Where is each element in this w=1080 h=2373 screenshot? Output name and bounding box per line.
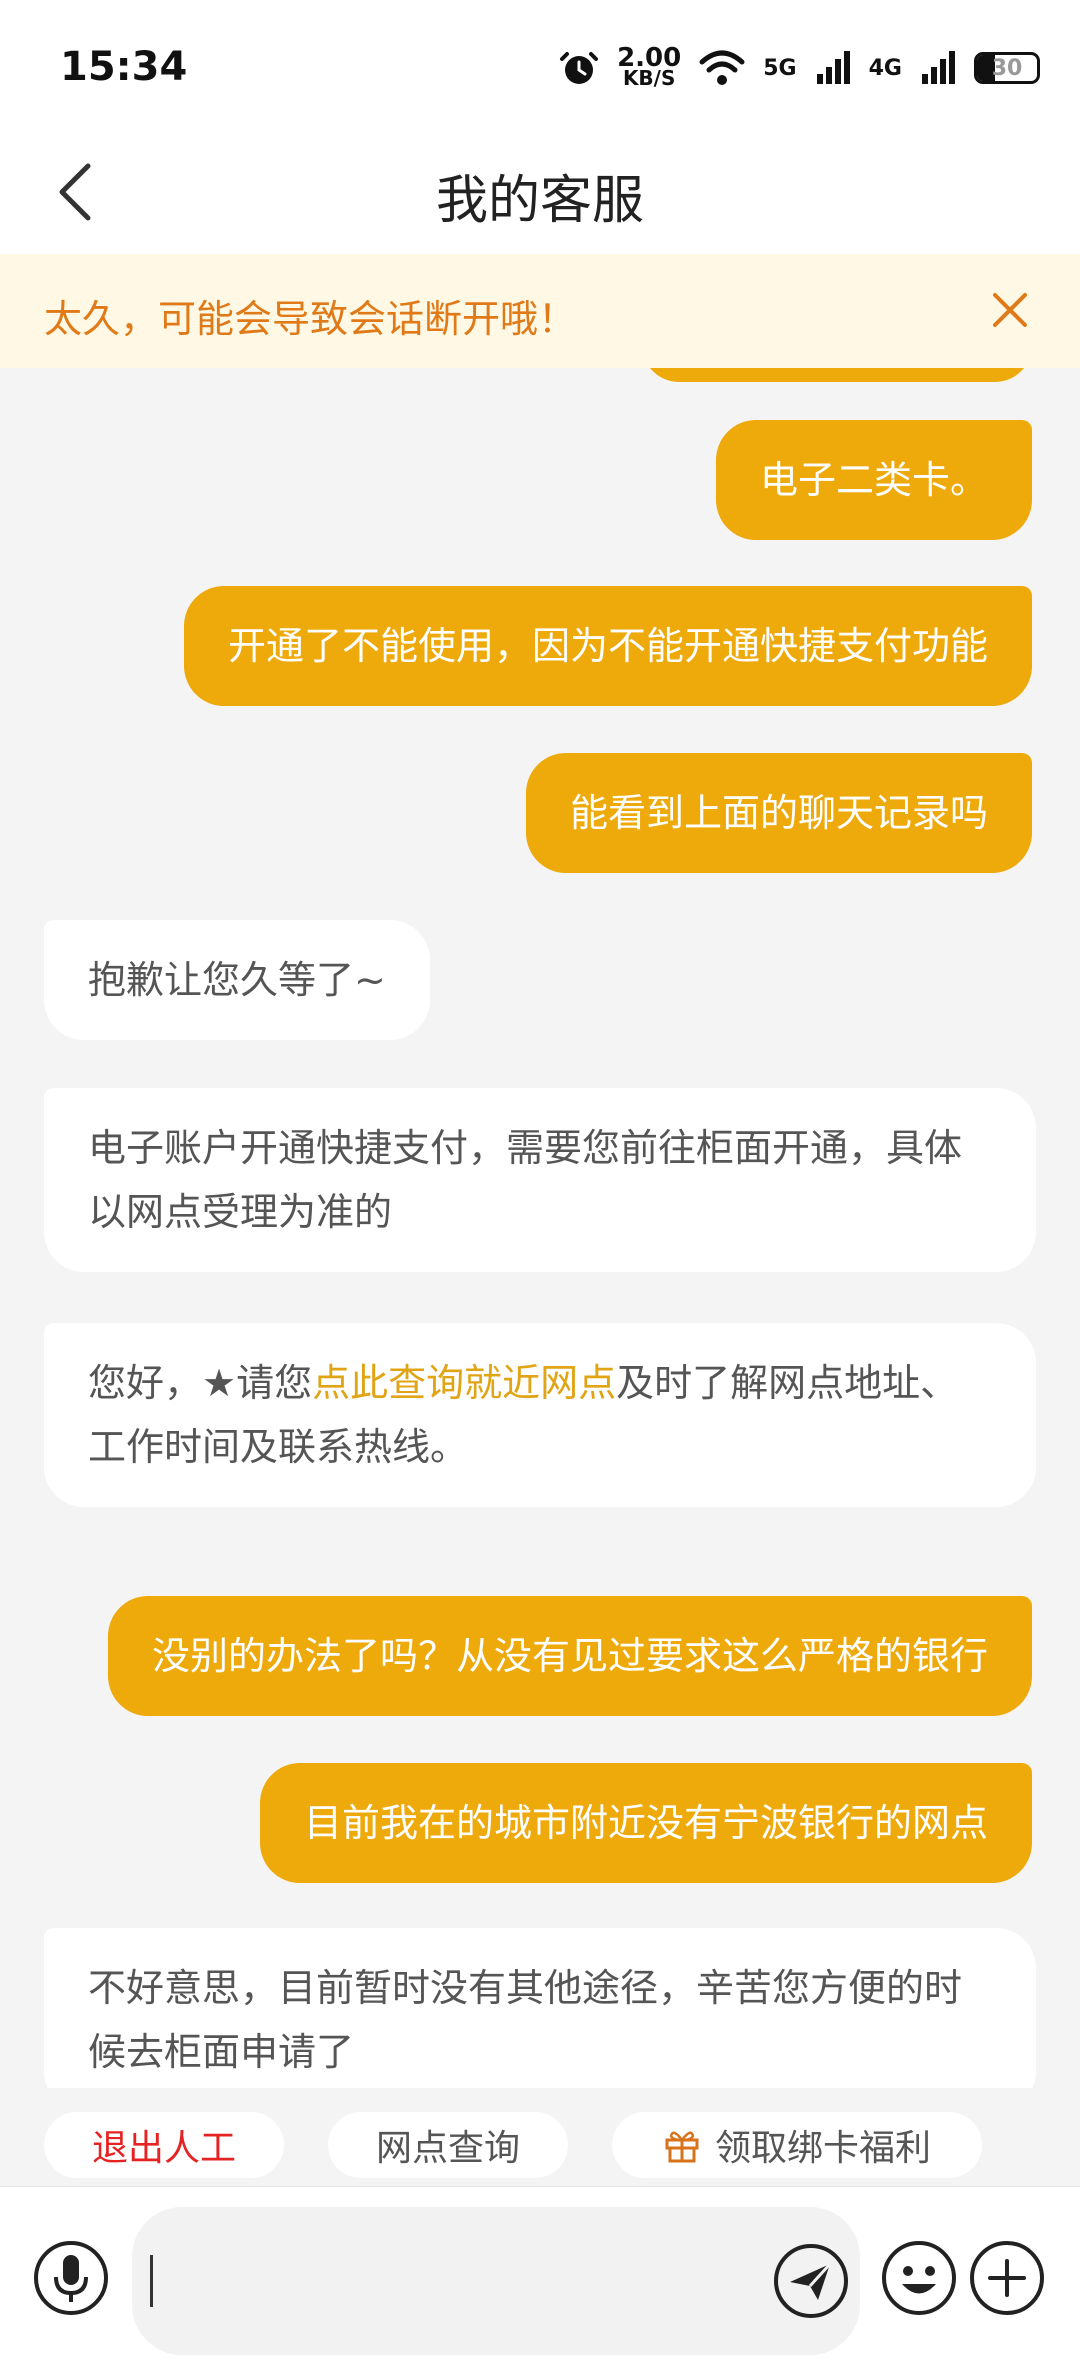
message-text: 不好意思，目前暂时没有其他途径，辛苦您方便的时候去柜面申请了 bbox=[88, 1966, 963, 2074]
emoji-icon[interactable] bbox=[880, 2239, 958, 2317]
quick-actions: 退出人工 网点查询 领取绑卡福利 bbox=[0, 2100, 1080, 2180]
battery-level: 30 bbox=[991, 56, 1023, 81]
chat-bubble-user: 电子二类卡。 bbox=[715, 420, 1032, 540]
chat-message-list[interactable]: 电子二类卡。 开通了不能使用，因为不能开通快捷支付功能 能看到上面的聊天记录吗 … bbox=[0, 368, 1080, 2088]
message-text-pre: 您好，★请您 bbox=[88, 1361, 313, 1405]
network-type-4g: 4G bbox=[868, 55, 902, 81]
app-header: 我的客服 bbox=[0, 130, 1080, 254]
message-text: 能看到上面的聊天记录吗 bbox=[569, 791, 988, 835]
chat-bubble-user: 能看到上面的聊天记录吗 bbox=[525, 753, 1032, 873]
message-text: 电子账户开通快捷支付，需要您前往柜面开通，具体以网点受理为准的 bbox=[88, 1126, 963, 1234]
chat-bubble-agent: 您好，★请您点此查询就近网点及时了解网点地址、工作时间及联系热线。 bbox=[44, 1323, 1036, 1507]
message-text: 目前我在的城市附近没有宁波银行的网点 bbox=[303, 1801, 988, 1845]
chip-label: 退出人工 bbox=[91, 2128, 236, 2169]
chat-bubble-agent: 不好意思，目前暂时没有其他途径，辛苦您方便的时候去柜面申请了 bbox=[44, 1928, 1036, 2088]
message-text: 电子二类卡。 bbox=[759, 458, 988, 502]
send-icon[interactable] bbox=[772, 2242, 850, 2320]
microphone-icon[interactable] bbox=[32, 2239, 110, 2317]
card-binding-reward-button[interactable]: 领取绑卡福利 bbox=[612, 2112, 982, 2178]
branch-query-link[interactable]: 点此查询就近网点 bbox=[312, 1361, 616, 1405]
plus-icon[interactable] bbox=[968, 2239, 1046, 2317]
message-text: 没别的办法了吗？从没有见过要求这么严格的银行 bbox=[151, 1634, 988, 1678]
status-icons: 2.00 KB/S 5G 4G 30 bbox=[559, 44, 1040, 92]
page-title: 我的客服 bbox=[435, 171, 644, 231]
gift-icon bbox=[665, 2131, 699, 2163]
notice-text: 太久，可能会导致会话断开哦！ bbox=[44, 297, 577, 341]
battery-icon: 30 bbox=[974, 52, 1040, 84]
alarm-icon bbox=[560, 52, 599, 84]
message-input[interactable] bbox=[132, 2207, 860, 2355]
status-bar: 15:34 2.00 KB/S 5G 4G 30 bbox=[0, 0, 1080, 130]
wifi-icon bbox=[699, 50, 745, 85]
signal-icon bbox=[922, 51, 955, 84]
branch-query-button[interactable]: 网点查询 bbox=[328, 2112, 568, 2178]
chat-bubble-user: 没别的办法了吗？从没有见过要求这么严格的银行 bbox=[107, 1596, 1032, 1716]
chip-label: 网点查询 bbox=[375, 2128, 520, 2169]
text-cursor bbox=[150, 2255, 153, 2307]
chip-label: 领取绑卡福利 bbox=[714, 2128, 931, 2169]
exit-agent-button[interactable]: 退出人工 bbox=[44, 2112, 284, 2178]
chat-bubble-agent: 电子账户开通快捷支付，需要您前往柜面开通，具体以网点受理为准的 bbox=[44, 1088, 1036, 1272]
message-text: 抱歉让您久等了~ bbox=[88, 958, 386, 1002]
chat-bubble-user: 目前我在的城市附近没有宁波银行的网点 bbox=[259, 1763, 1032, 1883]
chat-bubble-agent: 抱歉让您久等了~ bbox=[44, 920, 430, 1040]
network-type-5g: 5G bbox=[763, 55, 797, 81]
close-icon[interactable] bbox=[990, 290, 1030, 330]
message-input-bar bbox=[0, 2186, 1080, 2373]
chat-bubble-user-partial bbox=[642, 368, 1032, 382]
status-time: 15:34 bbox=[60, 44, 188, 90]
chat-bubble-user: 开通了不能使用，因为不能开通快捷支付功能 bbox=[183, 586, 1032, 706]
message-text: 开通了不能使用，因为不能开通快捷支付功能 bbox=[227, 624, 988, 668]
session-timeout-notice: 太久，可能会导致会话断开哦！ bbox=[0, 254, 1080, 368]
network-speed: 2.00 KB/S bbox=[617, 43, 682, 90]
signal-icon bbox=[816, 51, 850, 84]
